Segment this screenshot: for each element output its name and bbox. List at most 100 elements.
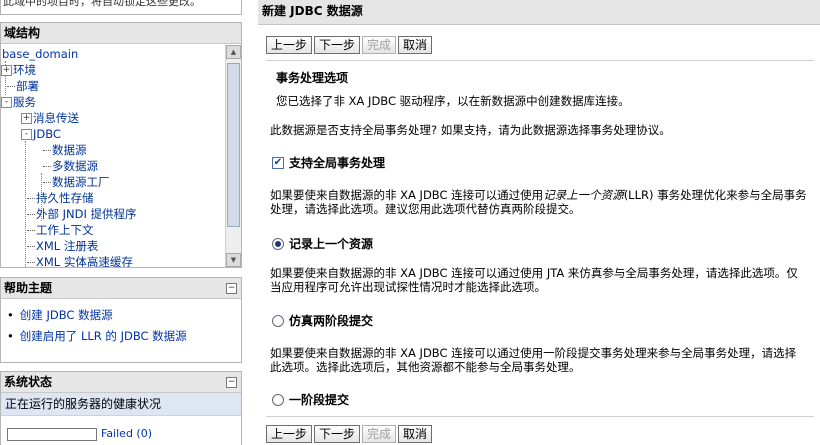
tree-line	[25, 141, 26, 267]
llr-desc-italic: 记录上一个资源	[543, 188, 624, 202]
intro-text: 您已选择了非 XA JDBC 驱动程序，以在新数据源中创建数据库连接。	[276, 94, 630, 108]
help-topics-title: 帮助主题	[4, 281, 53, 295]
finish-button[interactable]: 完成	[362, 36, 397, 54]
llr-desc-line: 处理，请选择此选项。建议您用此选项代替仿真两阶段提交。	[270, 202, 581, 216]
collapse-icon[interactable]: -	[1, 97, 12, 108]
tree-node-environment[interactable]: + 环境	[1, 62, 36, 78]
next-button[interactable]: 下一步	[314, 425, 361, 443]
cancel-button[interactable]: 取消	[398, 36, 433, 54]
tree-label: 持久性存储	[36, 191, 94, 205]
cancel-button[interactable]: 取消	[398, 425, 433, 443]
tree-label: 工作上下文	[36, 223, 94, 237]
tree-node-messaging[interactable]: + 消息传送	[21, 110, 79, 126]
tree-label: XML 实体高速缓存	[36, 255, 133, 267]
tree-label: XML 注册表	[36, 239, 99, 253]
expand-icon[interactable]: +	[1, 65, 12, 76]
tree-node-jdbc[interactable]: - JDBC	[21, 126, 61, 142]
divider	[266, 60, 814, 61]
tree-connector	[43, 166, 51, 167]
collapse-icon[interactable]: -	[21, 129, 32, 140]
tree-scrollbar[interactable]: ▲ ▼	[225, 45, 241, 267]
radio-selected-icon[interactable]	[272, 237, 284, 250]
emulate-label: 仿真两阶段提交	[289, 314, 374, 328]
system-status-header: 系统状态 −	[1, 372, 241, 393]
tree-label: 多数据源	[52, 159, 98, 173]
tree-connector	[7, 86, 15, 87]
tree-node-data-sources[interactable]: 数据源	[43, 142, 87, 158]
tree-node-deployments[interactable]: 部署	[7, 78, 39, 94]
failed-servers-link[interactable]: Failed (0)	[101, 427, 152, 440]
tree-label: 数据源	[52, 143, 87, 157]
scroll-down-icon[interactable]: ▼	[226, 253, 241, 267]
onephase-desc-line: 如果要使来自数据源的非 XA JDBC 连接可以通过使用一阶段提交事务处理来参与…	[270, 346, 797, 360]
tree-connector	[27, 262, 35, 263]
question-text: 此数据源是否支持全局事务处理? 如果支持，请为此数据源选择事务处理协议。	[270, 123, 671, 137]
help-topics-panel: 帮助主题 − 创建 JDBC 数据源 创建启用了 LLR 的 JDBC 数据源	[0, 277, 242, 363]
radio-unselected-icon[interactable]	[272, 314, 284, 327]
tree-node-xml-registries[interactable]: XML 注册表	[27, 238, 98, 254]
tree-connector	[27, 198, 35, 199]
change-center-text: 此域中的项目时，将自动锁定这些更改。	[0, 0, 242, 15]
scroll-up-icon[interactable]: ▲	[226, 45, 241, 59]
help-link-create-llr-jdbc[interactable]: 创建启用了 LLR 的 JDBC 数据源	[7, 330, 241, 342]
tree-node-foreign-jndi[interactable]: 外部 JNDI 提供程序	[27, 206, 137, 222]
domain-structure-panel: 域结构 base_domain + 环境 部署 - 服务 + 消息传送 - JDBC 数	[0, 22, 242, 268]
tree-node-multi-data-sources[interactable]: 多数据源	[43, 158, 98, 174]
divider	[266, 416, 814, 417]
tree-label: 消息传送	[33, 111, 79, 125]
next-button[interactable]: 下一步	[314, 36, 361, 54]
collapse-icon[interactable]: −	[226, 283, 237, 294]
change-center-message: 此域中的项目时，将自动锁定这些更改。	[3, 0, 201, 8]
scroll-thumb[interactable]	[227, 63, 240, 227]
tree-node-data-source-factories[interactable]: 数据源工厂	[43, 174, 110, 190]
onephase-description: 如果要使来自数据源的非 XA JDBC 连接可以通过使用一阶段提交事务处理来参与…	[270, 346, 818, 374]
section-title: 事务处理选项	[276, 71, 349, 85]
tree-node-base-domain[interactable]: base_domain	[2, 46, 78, 62]
radio-unselected-icon[interactable]	[272, 393, 284, 406]
llr-desc-part: 如果要使来自数据源的非 XA JDBC 连接可以通过使用	[270, 188, 544, 202]
server-health-label: 正在运行的服务器的健康状况	[1, 393, 241, 416]
emulate-description: 如果要使来自数据源的非 XA JDBC 连接可以通过使用 JTA 来仿真参与全局…	[270, 266, 818, 294]
tree-connector	[27, 214, 35, 215]
emulate-desc-line: 当应用程序可允许出现试探性情况时才能选择此选项。	[270, 280, 546, 294]
left-panel: 此域中的项目时，将自动锁定这些更改。 域结构 base_domain + 环境 部…	[0, 0, 244, 445]
back-button[interactable]: 上一步	[266, 425, 313, 443]
emulate-desc-line: 如果要使来自数据源的非 XA JDBC 连接可以通过使用 JTA 来仿真参与全局…	[270, 266, 798, 280]
tree-label: 环境	[13, 63, 36, 77]
global-tx-option[interactable]: ✔ 支持全局事务处理	[272, 154, 385, 171]
top-button-bar: 上一步 下一步 完成 取消	[266, 36, 433, 56]
tree-node-work-contexts[interactable]: 工作上下文	[27, 222, 94, 238]
domain-tree: base_domain + 环境 部署 - 服务 + 消息传送 - JDBC 数据源 多…	[1, 45, 225, 267]
domain-structure-title: 域结构	[1, 23, 241, 44]
tree-label: 部署	[16, 79, 39, 93]
global-tx-label: 支持全局事务处理	[289, 156, 386, 170]
help-topics-list: 创建 JDBC 数据源 创建启用了 LLR 的 JDBC 数据源	[1, 309, 241, 342]
llr-option[interactable]: 记录上一个资源	[272, 235, 373, 252]
tree-label: 服务	[13, 95, 36, 109]
main-content: 新建 JDBC 数据源 上一步 下一步 完成 取消 事务处理选项 您已选择了非 XA …	[258, 0, 820, 444]
emulate-option[interactable]: 仿真两阶段提交	[272, 312, 373, 329]
system-status-panel: 系统状态 − 正在运行的服务器的健康状况 Failed (0)	[0, 371, 242, 445]
system-status-title: 系统状态	[4, 375, 53, 389]
llr-desc-part: (LLR) 事务处理优化来参与全局事务	[623, 188, 807, 202]
help-link-create-jdbc[interactable]: 创建 JDBC 数据源	[7, 309, 241, 321]
tree-connector	[43, 150, 51, 151]
finish-button[interactable]: 完成	[362, 425, 397, 443]
checkbox-checked-icon[interactable]: ✔	[272, 156, 284, 169]
llr-description: 如果要使来自数据源的非 XA JDBC 连接可以通过使用记录上一个资源(LLR)…	[270, 188, 818, 216]
tree-node-xml-entity-caches[interactable]: XML 实体高速缓存	[27, 254, 133, 267]
onephase-label: 一阶段提交	[289, 393, 350, 407]
tree-connector	[27, 246, 35, 247]
tree-connector	[43, 182, 51, 183]
collapse-icon[interactable]: −	[226, 377, 237, 388]
health-bar	[7, 428, 97, 441]
onephase-option[interactable]: 一阶段提交	[272, 391, 349, 408]
tree-connector	[27, 230, 35, 231]
tree-label: JDBC	[33, 127, 61, 141]
bottom-button-bar: 上一步 下一步 完成 取消	[266, 425, 433, 445]
back-button[interactable]: 上一步	[266, 36, 313, 54]
tree-node-services[interactable]: - 服务	[1, 94, 36, 110]
expand-icon[interactable]: +	[21, 113, 32, 124]
llr-label: 记录上一个资源	[289, 237, 374, 251]
tree-node-persistent-stores[interactable]: 持久性存储	[27, 190, 94, 206]
